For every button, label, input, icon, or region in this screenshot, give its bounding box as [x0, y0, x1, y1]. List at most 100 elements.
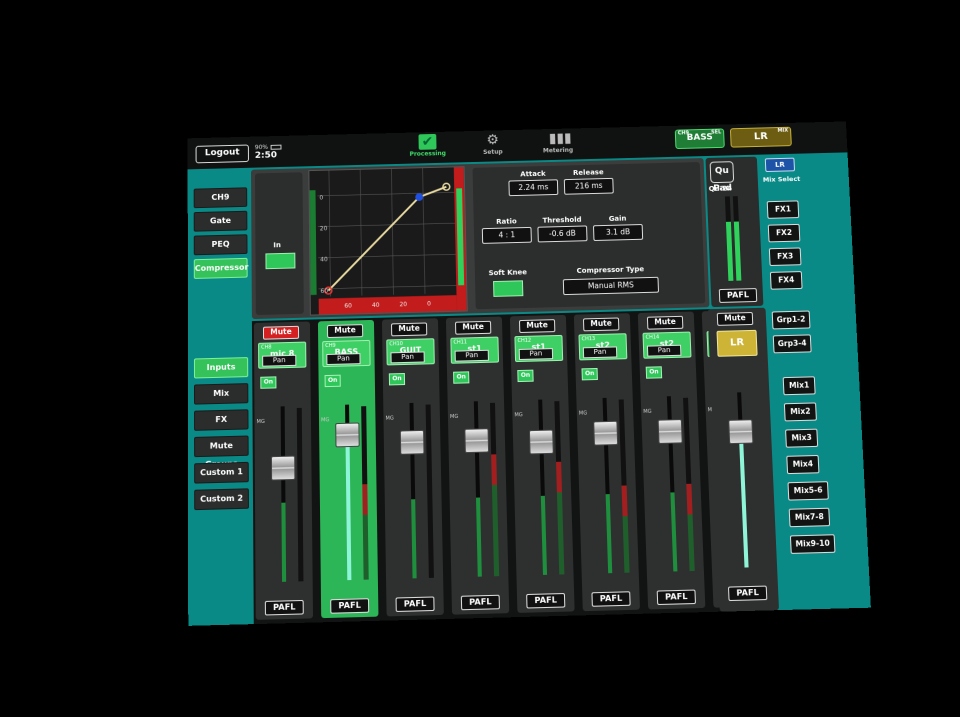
channel-select-sel: SEL — [711, 129, 722, 136]
channel-meter — [296, 407, 304, 582]
mix-select-fx3[interactable]: FX3 — [768, 247, 802, 266]
compressor-in-button[interactable] — [265, 252, 296, 270]
pan-control[interactable]: Pan — [454, 349, 489, 362]
layer-mute-groups[interactable]: Mute Groups — [194, 435, 249, 469]
mix-select-button[interactable]: LR MIX — [729, 126, 792, 148]
channel-on-button[interactable]: On — [581, 367, 598, 381]
fader-handle[interactable] — [270, 455, 296, 481]
tab-processing[interactable]: ✔ Processing — [405, 133, 451, 158]
mute-button[interactable]: Mute — [518, 319, 556, 334]
mix-select-grp1-2[interactable]: Grp1-2 — [771, 310, 811, 330]
fader-fill — [411, 498, 417, 579]
channel-on-button[interactable]: On — [260, 376, 277, 389]
pan-control[interactable]: Pan — [262, 354, 297, 367]
channel-meter — [683, 397, 695, 572]
graph-tick-x0: 0 — [427, 302, 431, 308]
mix-select-fx2[interactable]: FX2 — [767, 223, 801, 243]
pafl-button[interactable]: PAFL — [330, 598, 370, 614]
meter-peak — [556, 461, 562, 492]
meter-peak — [491, 454, 497, 485]
pan-control[interactable]: Pan — [518, 348, 554, 360]
pafl-button[interactable]: PAFL — [526, 592, 566, 609]
channel-on-button[interactable]: On — [645, 366, 663, 379]
ratio-value[interactable]: 4 : 1 — [481, 226, 532, 244]
graph-tick-x20: 20 — [400, 302, 408, 308]
soft-knee-button[interactable] — [493, 280, 524, 297]
mix-select-grp3-4[interactable]: Grp3-4 — [772, 334, 812, 354]
fader-handle[interactable] — [528, 429, 554, 455]
threshold-value[interactable]: -0.6 dB — [537, 225, 588, 243]
master-mute-button[interactable]: Mute — [716, 312, 754, 326]
mix-select-mix5-6[interactable]: Mix5-6 — [787, 481, 829, 501]
pafl-button[interactable]: PAFL — [264, 599, 304, 616]
fader-handle[interactable] — [593, 420, 619, 446]
mix-select-mix7-8[interactable]: Mix7-8 — [788, 507, 831, 528]
proc-nav-gate[interactable]: Gate — [193, 210, 248, 232]
layer-custom-2[interactable]: Custom 2 — [194, 488, 249, 511]
mix-select-mix9-10[interactable]: Mix9-10 — [789, 534, 836, 554]
fader-handle[interactable] — [657, 418, 683, 444]
soft-knee-label: Soft Knee — [488, 268, 528, 278]
mix-select-mix1[interactable]: Mix1 — [782, 376, 816, 396]
release-value[interactable]: 216 ms — [563, 177, 614, 195]
device-pafl-button[interactable]: PAFL — [718, 288, 758, 303]
channel-on-button[interactable]: On — [517, 369, 534, 383]
mute-button[interactable]: Mute — [582, 317, 620, 332]
gain-value[interactable]: 3.1 dB — [592, 224, 644, 242]
channel-on-button[interactable]: On — [453, 371, 470, 384]
tab-metering[interactable]: ▮▮▮ Metering — [535, 130, 581, 154]
pan-control[interactable]: Pan — [582, 346, 618, 359]
layer-fx[interactable]: FX — [194, 409, 249, 431]
channel-on-button[interactable]: On — [388, 372, 406, 386]
mute-button[interactable]: Mute — [455, 320, 492, 335]
model-label: Qu-24 — [708, 184, 733, 193]
proc-nav-compressor[interactable]: Compressor — [193, 257, 248, 279]
compressor-type-select[interactable]: Manual RMS — [562, 276, 660, 296]
tab-setup[interactable]: ⚙ Setup — [470, 132, 516, 156]
fader-handle[interactable] — [335, 422, 360, 448]
mix-select-lr-button[interactable]: LR — [764, 157, 796, 173]
lr-meter-left — [724, 196, 734, 281]
graph-tick-y40: 40 — [320, 257, 328, 263]
compressor-curve-graph[interactable]: 0 20 40 60 60 40 20 0 — [308, 166, 468, 316]
proc-nav-ch9[interactable]: CH9 — [193, 187, 248, 209]
master-fader-handle[interactable] — [728, 419, 754, 445]
fader-track — [409, 402, 417, 579]
master-pafl-button[interactable]: PAFL — [727, 585, 768, 602]
fader-track — [538, 399, 548, 575]
channel-meter — [489, 402, 500, 577]
fader-handle[interactable] — [464, 428, 490, 454]
mute-button[interactable]: Mute — [262, 325, 300, 340]
pan-control[interactable]: Pan — [390, 351, 425, 364]
channel-strip: Mute CH8 mic 8 Pan On MG PAFL — [253, 321, 314, 620]
fader-handle[interactable] — [399, 430, 425, 456]
mix-select-mix2[interactable]: Mix2 — [783, 402, 817, 422]
mix-select-small: MIX — [777, 127, 789, 134]
pafl-button[interactable]: PAFL — [395, 596, 435, 613]
graph-tick-y60: 60 — [321, 289, 329, 295]
mute-button[interactable]: Mute — [326, 324, 364, 339]
channel-select-button[interactable]: CH9 BASS SEL — [674, 128, 725, 150]
pafl-button[interactable]: PAFL — [656, 589, 696, 606]
mix-select-fx4[interactable]: FX4 — [769, 271, 803, 290]
layer-custom-1[interactable]: Custom 1 — [194, 461, 249, 484]
tab-metering-label: Metering — [542, 146, 574, 155]
proc-nav-peq[interactable]: PEQ — [193, 234, 248, 256]
pafl-button[interactable]: PAFL — [460, 594, 500, 611]
mix-select-fx1[interactable]: FX1 — [766, 200, 800, 219]
attack-value[interactable]: 2.24 ms — [508, 179, 559, 197]
pan-control[interactable]: Pan — [646, 344, 682, 357]
mute-button[interactable]: Mute — [646, 315, 684, 330]
logout-button[interactable]: Logout — [195, 144, 249, 164]
mix-select-mix3[interactable]: Mix3 — [785, 428, 819, 448]
layer-inputs[interactable]: Inputs — [193, 357, 249, 379]
status-area: 90% 2:50 — [255, 144, 282, 161]
layer-mix[interactable]: Mix — [193, 383, 249, 405]
pan-control[interactable]: Pan — [326, 353, 361, 366]
mix-select-mix4[interactable]: Mix4 — [786, 454, 820, 475]
channel-on-button[interactable]: On — [324, 374, 341, 388]
pafl-button[interactable]: PAFL — [591, 591, 631, 607]
graph-tick-x40: 40 — [372, 303, 380, 309]
mix-select-label: LR — [753, 131, 769, 143]
mute-button[interactable]: Mute — [391, 322, 428, 337]
